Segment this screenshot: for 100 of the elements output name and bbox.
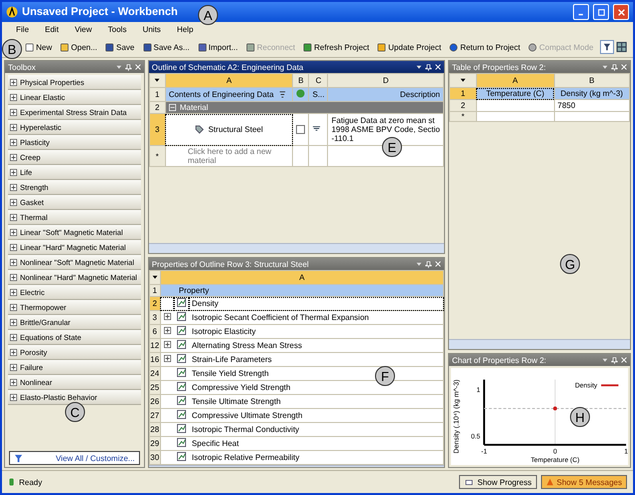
toolbar-button[interactable]: Open... (57, 42, 100, 52)
dropdown-caret-icon (602, 64, 608, 70)
panel-title: Chart of Properties Row 2: (452, 356, 548, 364)
minimize-button[interactable] (573, 4, 589, 20)
table-header-cell: Property (160, 284, 444, 296)
view-all-customize-button[interactable]: View All / Customize... (9, 451, 140, 465)
table-header-cell[interactable]: Density (kg m^-3) (554, 88, 630, 100)
table-cell[interactable]: 7850 (554, 100, 630, 112)
horizontal-scrollbar[interactable] (148, 243, 444, 253)
row-number: 16 (149, 352, 160, 366)
toolbar-button[interactable]: Update Project (374, 42, 444, 52)
panel-title: Toolbox (8, 62, 37, 72)
row-number: 25 (149, 380, 160, 394)
maximize-button[interactable] (593, 4, 609, 20)
row-number: 1 (149, 284, 160, 296)
expand-icon (10, 334, 17, 340)
pin-icon (124, 64, 132, 70)
toolbar-button[interactable]: New (22, 42, 56, 52)
checkbox[interactable] (296, 125, 306, 134)
material-tag-icon (195, 125, 204, 134)
expand-icon (10, 244, 17, 250)
property-cell[interactable]: Strain-Life Parameters (188, 352, 444, 366)
filter-icon (603, 43, 612, 51)
menu-item[interactable]: File (10, 25, 35, 34)
toolbar-button[interactable]: Refresh Project (300, 42, 372, 52)
column-header[interactable]: A (165, 74, 293, 88)
close-icon (134, 64, 141, 70)
filter-toggle[interactable] (600, 40, 614, 54)
expand-icon (164, 313, 171, 320)
horizontal-scrollbar[interactable] (449, 339, 630, 349)
pin-icon (611, 64, 618, 70)
table-header-cell: Description (328, 88, 444, 102)
column-header[interactable]: A (476, 74, 554, 88)
close-button[interactable] (613, 4, 629, 20)
status-button[interactable]: Show Progress (459, 475, 537, 489)
menu-item[interactable]: Units (136, 25, 167, 34)
panel-title: Table of Properties Row 2: (452, 62, 547, 72)
row-number: 1 (450, 88, 476, 100)
dropdown-caret-icon (416, 261, 422, 267)
table-cell[interactable] (476, 100, 554, 112)
expand-icon (10, 258, 17, 266)
pin-icon (425, 64, 432, 70)
column-selector[interactable] (149, 270, 160, 284)
toolbar-button[interactable]: Save (102, 42, 138, 52)
status-text: Ready (19, 478, 44, 486)
menu-item[interactable]: View (68, 25, 98, 34)
callout-letter: B (2, 39, 22, 59)
status-button[interactable]: Show 5 Messages (540, 475, 627, 489)
new-material-cell[interactable]: Click here to add a new material (165, 146, 293, 166)
table-cell[interactable]: Structural Steel (165, 114, 293, 146)
toolbar-button[interactable]: Save As... (140, 42, 193, 52)
row-number: 1 (149, 88, 166, 102)
menu-item[interactable]: Edit (38, 25, 65, 34)
row-number: 2 (450, 100, 476, 112)
expand-icon (10, 138, 17, 146)
progress-icon (464, 478, 474, 486)
expand-icon (10, 378, 17, 386)
toolbar-button[interactable]: Import... (194, 42, 241, 52)
column-header[interactable]: D (328, 74, 444, 88)
expand-icon (10, 124, 17, 130)
property-cell[interactable]: Density (188, 296, 444, 310)
menu-item[interactable]: Tools (102, 25, 133, 34)
pin-icon (611, 356, 618, 364)
property-cell[interactable]: Alternating Stress Mean Stress (188, 338, 444, 352)
column-header[interactable]: C (308, 74, 328, 88)
column-selector[interactable] (149, 74, 166, 88)
expand-icon (10, 154, 17, 160)
property-cell[interactable]: Isotropic Elasticity (188, 324, 444, 338)
column-header[interactable]: A (160, 270, 444, 284)
column-header[interactable]: B (554, 74, 630, 88)
expand-icon (10, 228, 17, 236)
table-header-cell[interactable]: Temperature (C) (476, 88, 554, 100)
row-number: 28 (149, 422, 160, 436)
expand-icon (10, 214, 17, 220)
sort-icon (278, 90, 287, 99)
grid-icon (616, 41, 627, 53)
menu-item[interactable]: Help (170, 25, 200, 34)
row-number: 3 (149, 310, 160, 324)
property-cell[interactable]: Isotropic Secant Coefficient of Thermal Expansion (188, 310, 444, 324)
dropdown-caret-icon (416, 64, 422, 70)
property-cell[interactable]: Compressive Ultimate Strength (188, 408, 444, 422)
dropdown-caret-icon (460, 77, 466, 83)
expand-icon (10, 274, 17, 280)
panel-title: Outline of Schematic A2: Engineering Data (152, 62, 304, 72)
property-cell[interactable]: Specific Heat (188, 436, 444, 450)
column-header[interactable]: B (292, 74, 309, 88)
expand-icon (10, 364, 17, 370)
row-number: * (450, 112, 476, 122)
expand-icon (164, 327, 171, 334)
pin-icon (425, 260, 432, 268)
app-logo-icon (6, 6, 18, 18)
close-icon (621, 357, 627, 363)
property-cell[interactable]: Isotropic Relative Permeability (188, 450, 444, 464)
row-number: 2 (149, 296, 160, 310)
property-cell[interactable]: Compressive Yield Strength (188, 380, 444, 394)
dropdown-caret-icon (116, 64, 122, 70)
property-cell[interactable]: Isotropic Thermal Conductivity (188, 422, 444, 436)
property-cell[interactable]: Tensile Ultimate Strength (188, 394, 444, 408)
toolbar-button[interactable]: Return to Project (446, 42, 524, 52)
expand-icon (10, 108, 17, 116)
